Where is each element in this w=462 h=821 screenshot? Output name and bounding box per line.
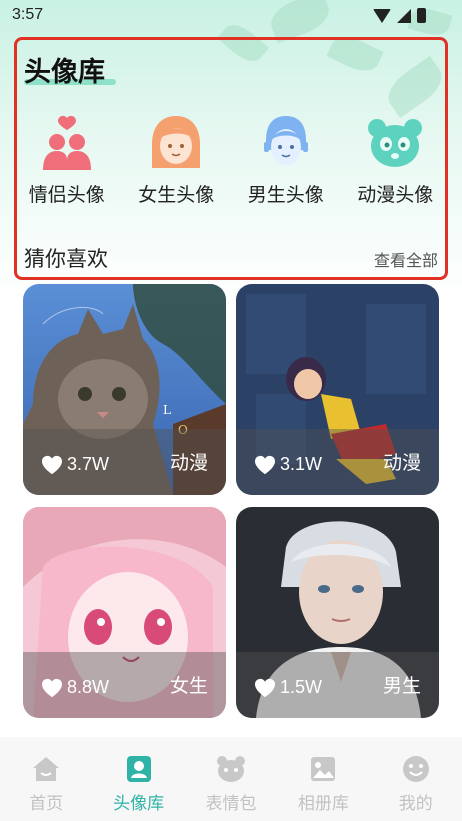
boy-icon (263, 116, 308, 165)
heart-icon (42, 678, 62, 697)
tab-stickers[interactable]: 表情包 (185, 755, 277, 814)
section-title: 猜你喜欢 (24, 247, 108, 271)
card-tag: 女生 (169, 675, 208, 697)
page-title: 头像库 (24, 57, 105, 88)
heart-icon (255, 455, 275, 474)
like-count: 3.1W (280, 454, 323, 474)
smile-icon (402, 756, 429, 782)
see-all-link[interactable]: 查看全部 (374, 247, 438, 271)
avatar-card[interactable]: 3.1W 动漫 (236, 284, 439, 495)
card-tag: 动漫 (169, 452, 208, 474)
category-girl[interactable]: 女生头像 (122, 114, 232, 207)
heart-icon (42, 455, 62, 474)
avatar-icon (126, 756, 151, 782)
like-count: 8.8W (67, 677, 110, 697)
status-bar: 3:57 (0, 0, 462, 32)
signal-icon (397, 8, 411, 23)
heart-icon (255, 678, 275, 697)
card-tag: 男生 (382, 675, 421, 697)
status-time: 3:57 (12, 6, 44, 23)
bear-icon (216, 756, 245, 782)
avatar-card[interactable]: 1.5W 男生 (236, 507, 439, 718)
tab-albums[interactable]: 相册库 (277, 755, 369, 814)
category-label: 情侣头像 (28, 184, 105, 206)
like-count: 1.5W (280, 677, 323, 697)
panda-icon (368, 119, 423, 167)
category-couple[interactable]: 情侣头像 (12, 114, 122, 207)
svg-text:L: L (163, 403, 171, 417)
like-count: 3.7W (67, 454, 110, 474)
category-label: 动漫头像 (357, 184, 434, 206)
category-label: 男生头像 (247, 184, 324, 206)
category-row: 情侣头像 女生头像 男生头像 动漫头像 (12, 114, 450, 207)
girl-icon (152, 116, 201, 168)
category-anime[interactable]: 动漫头像 (341, 114, 451, 207)
category-boy[interactable]: 男生头像 (231, 114, 341, 207)
tab-profile[interactable]: 我的 (370, 755, 462, 814)
home-icon (33, 757, 60, 781)
category-label: 女生头像 (138, 184, 215, 206)
album-icon (311, 757, 336, 781)
tab-avatar-library[interactable]: 头像库 (93, 755, 185, 814)
battery-icon (417, 8, 426, 23)
avatar-card[interactable]: 8.8W 女生 (23, 507, 226, 718)
card-tag: 动漫 (382, 452, 421, 474)
tab-home[interactable]: 首页 (0, 755, 92, 814)
avatar-card[interactable]: L O 3.7W 动漫 (23, 284, 226, 495)
bottom-tab-bar: 首页 头像库 表情包 相册库 我的 (0, 737, 462, 821)
wifi-icon (373, 8, 391, 23)
couple-icon (42, 115, 91, 170)
